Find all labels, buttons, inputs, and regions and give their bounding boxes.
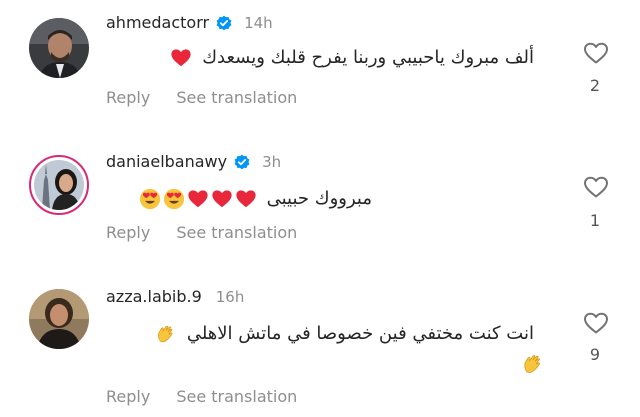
see-translation-button[interactable]: See translation [176,88,297,107]
emoji-group [170,47,192,69]
clapping-hands-icon [158,325,173,343]
username[interactable]: azza.labib.9 [106,287,202,306]
heart-eyes-icon [163,188,184,210]
username[interactable]: daniaelbanawy [106,152,227,171]
red-heart-icon [188,190,208,208]
avatar-image [34,160,84,210]
comment-item: azza.labib.9 16h انت كنت مختفي فين خصوصا… [0,270,640,417]
comment-time: 16h [215,287,245,306]
heart-eyes-icon [139,188,160,210]
comment-text-body: انت كنت مختفي فين خصوصا في ماتش الاهلي [186,323,534,344]
reply-button[interactable]: Reply [106,88,150,107]
comment-text: ألف مبروك ياحبيبي وربنا يفرح قلبك ويسعدك [170,44,534,72]
see-translation-button[interactable]: See translation [176,387,297,406]
reply-button[interactable]: Reply [106,387,150,406]
emoji-group [155,323,177,345]
avatar[interactable] [29,18,89,78]
verified-badge-icon [234,154,250,170]
red-heart-icon [236,190,256,208]
see-translation-button[interactable]: See translation [176,223,297,242]
comment-time: 3h [262,152,282,171]
red-heart-icon [212,190,232,208]
username[interactable]: ahmedactorr [106,13,209,32]
comment-text-body: مبرووك حبيبى [266,188,372,209]
avatar-image [29,18,89,78]
like-heart-icon[interactable] [583,175,609,199]
comment-time: 14h [244,13,273,32]
avatar[interactable] [29,155,89,215]
red-heart-icon [171,49,192,67]
like-heart-icon[interactable] [583,311,609,335]
like-heart-icon[interactable] [583,41,609,65]
emoji-group [139,188,257,210]
like-count: 2 [589,76,601,95]
comment-text: انت كنت مختفي فين خصوصا في ماتش الاهلي [155,320,534,348]
like-count: 9 [589,345,601,364]
comment-text: مبرووك حبيبى [139,185,372,213]
verified-badge-icon [216,15,232,31]
clapping-hands-icon [521,352,545,376]
like-count: 1 [589,211,601,230]
reply-button[interactable]: Reply [106,223,150,242]
comment-item: daniaelbanawy 3h مبرووك حبيبى Reply See … [0,135,640,270]
comment-item: ahmedactorr 14h ألف مبروك ياحبيبي وربنا … [0,0,640,135]
comment-text-body: ألف مبروك ياحبيبي وربنا يفرح قلبك ويسعدك [202,47,534,68]
avatar-image [29,289,89,349]
avatar[interactable] [29,289,89,349]
